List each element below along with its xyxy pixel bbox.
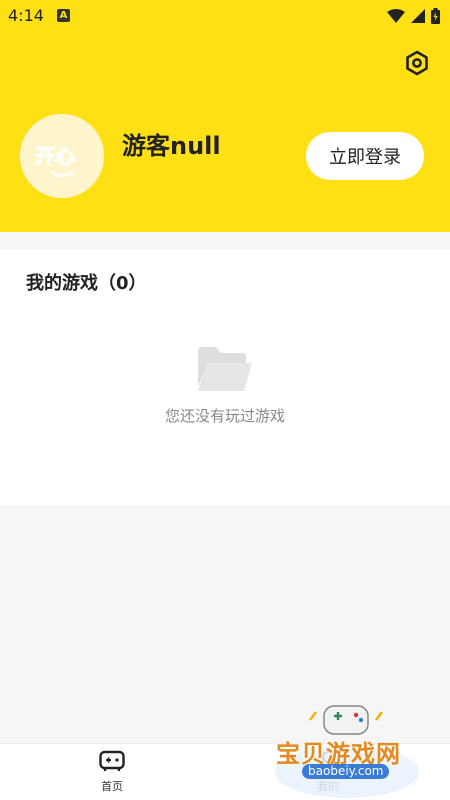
status-bar: 4:14 A [0, 0, 450, 32]
watermark: 宝贝游戏网 baobeiy.com [272, 700, 422, 800]
nav-label-home: 首页 [101, 780, 123, 793]
signal-icon [411, 9, 425, 23]
avatar-logo-icon: 开心 [20, 114, 104, 198]
battery-icon [431, 8, 440, 24]
settings-gear-icon[interactable] [404, 50, 430, 76]
watermark-url: baobeiy.com [302, 764, 390, 779]
notification-icon: A [57, 9, 70, 22]
my-games-title: 我的游戏（0） [26, 273, 147, 294]
nav-item-home[interactable]: 首页 [72, 750, 152, 794]
avatar[interactable]: 开心 [20, 114, 104, 198]
login-button[interactable]: 立即登录 [306, 132, 424, 180]
svg-text:开心: 开心 [35, 144, 75, 168]
gamepad-icon [99, 750, 125, 771]
profile-header: 4:14 A 开心 游客null 立即登录 [0, 0, 450, 232]
my-games-section: 我的游戏（0） 您还没有玩过游戏 [0, 249, 450, 505]
empty-folder-icon [197, 347, 252, 391]
username: 游客null [122, 132, 221, 160]
empty-state-text: 您还没有玩过游戏 [164, 407, 285, 425]
wifi-icon [387, 9, 405, 23]
status-icons [387, 6, 440, 26]
status-time: 4:14 [8, 6, 44, 25]
